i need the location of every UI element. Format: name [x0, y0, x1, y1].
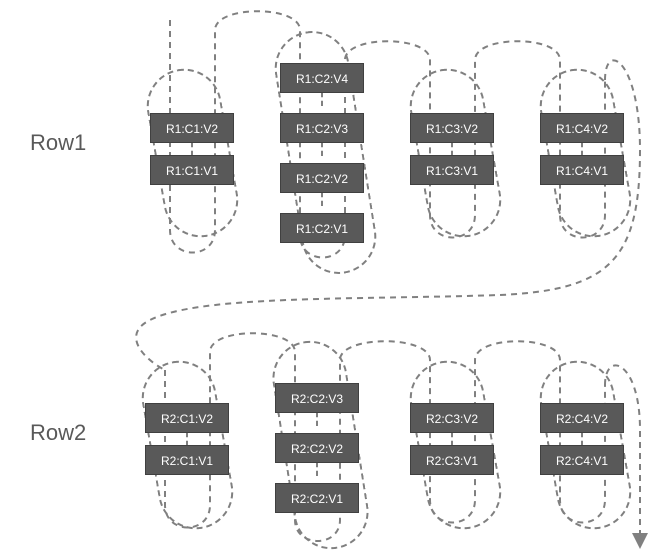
- cell-r1c4v1: R1:C4:V1: [540, 155, 624, 185]
- cell-r1c1v1: R1:C1:V1: [150, 155, 234, 185]
- cell-r1c2v4: R1:C2:V4: [280, 63, 364, 93]
- cell-r1c2v1: R1:C2:V1: [280, 213, 364, 243]
- cell-r2c3v1: R2:C3:V1: [410, 445, 494, 475]
- cell-r2c2v1: R2:C2:V1: [275, 483, 359, 513]
- cell-r2c3v2: R2:C3:V2: [410, 403, 494, 433]
- tick-r1c2-a: [321, 92, 323, 106]
- tick-r1c3: [451, 142, 453, 156]
- cell-r2c2v3: R2:C2:V3: [275, 383, 359, 413]
- tick-r1c4: [581, 142, 583, 156]
- cell-r1c3v2: R1:C3:V2: [410, 113, 494, 143]
- diagram-canvas: Row1 Row2 R1:C1:V2 R1:C1:V1 R1:C2:V4 R1:…: [0, 0, 670, 556]
- tick-r1c2-c: [321, 192, 323, 206]
- cell-r2c4v2: R2:C4:V2: [540, 403, 624, 433]
- tick-r2c2-a: [316, 412, 318, 426]
- cell-r2c2v2: R2:C2:V2: [275, 433, 359, 463]
- capsule-r1c3: [404, 63, 507, 243]
- capsule-r1c4: [534, 63, 637, 243]
- cell-r1c1v2: R1:C1:V2: [150, 113, 234, 143]
- cell-r2c4v1: R2:C4:V1: [540, 445, 624, 475]
- cell-r1c2v2: R1:C2:V2: [280, 163, 364, 193]
- tick-r2c1: [186, 432, 188, 446]
- tick-r2c3: [451, 432, 453, 446]
- tick-r2c4: [581, 432, 583, 446]
- row2-label: Row2: [30, 420, 86, 446]
- cell-r1c4v2: R1:C4:V2: [540, 113, 624, 143]
- cell-r2c1v1: R2:C1:V1: [145, 445, 229, 475]
- tick-r2c2-b: [316, 462, 318, 476]
- row1-label: Row1: [30, 130, 86, 156]
- tick-r1c1: [191, 142, 193, 156]
- cell-r1c3v1: R1:C3:V1: [410, 155, 494, 185]
- tick-r1c2-b: [321, 142, 323, 156]
- cell-r1c2v3: R1:C2:V3: [280, 113, 364, 143]
- cell-r2c1v2: R2:C1:V2: [145, 403, 229, 433]
